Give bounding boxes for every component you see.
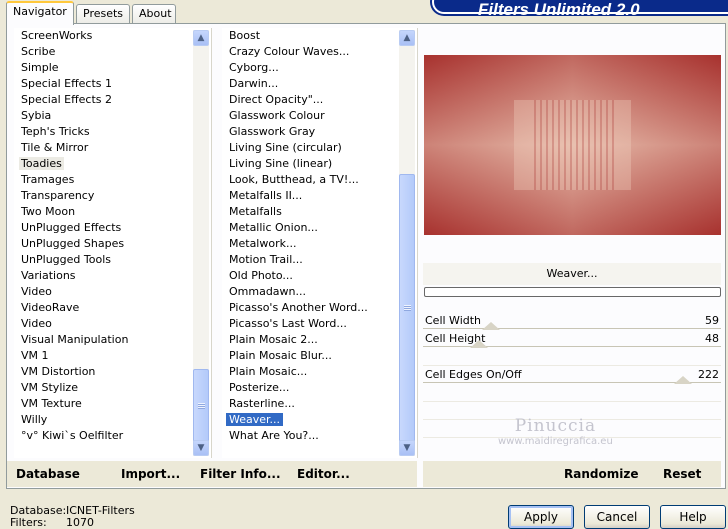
filter-preview-image [424,55,721,235]
import-button[interactable]: Import... [121,467,180,481]
filter-list-item[interactable]: Look, Butthead, a TV!... [228,172,397,188]
filter-list-item[interactable]: Glasswork Gray [228,124,397,140]
category-list-item[interactable]: Sybia [20,108,191,124]
category-list-item[interactable]: ScreenWorks [20,28,191,44]
filter-list-item[interactable]: Plain Mosaic Blur... [228,348,397,364]
category-list-item[interactable]: VM Stylize [20,380,191,396]
scroll-down-arrow-icon[interactable]: ▼ [399,440,415,456]
category-list-item[interactable]: Tile & Mirror [20,140,191,156]
filter-list-item[interactable]: Plain Mosaic 2... [228,332,397,348]
param-cell-edges[interactable]: Cell Edges On/Off 222 [423,366,721,384]
filter-scrollbar[interactable]: ▲ ▼ [399,30,415,456]
watermark-name: Pinuccia [514,416,597,436]
slider-track[interactable] [423,346,721,347]
category-list-item[interactable]: Special Effects 1 [20,76,191,92]
filter-list-item[interactable]: Posterize... [228,380,397,396]
scroll-up-arrow-icon[interactable]: ▲ [193,30,209,46]
tab-navigator[interactable]: Navigator [6,1,74,25]
filter-list-item[interactable]: What Are You?... [228,428,397,444]
slider-thumb[interactable] [482,322,500,330]
filter-list-item[interactable]: Cyborg... [228,60,397,76]
filter-list-item[interactable]: Living Sine (circular) [228,140,397,156]
scroll-up-arrow-icon[interactable]: ▲ [399,30,415,46]
slider-thumb[interactable] [470,340,488,348]
slider-thumb[interactable] [674,376,692,384]
navigator-toolbar: Database Import... Filter Info... Editor… [7,461,417,487]
category-list-item[interactable]: Video [20,316,191,332]
filters-count: 1070 [66,516,94,529]
filter-list-item[interactable]: Weaver... [224,412,397,428]
filters-label: Filters: [10,516,47,529]
category-list-item[interactable]: Teph's Tricks [20,124,191,140]
filter-list-item[interactable]: Boost [228,28,397,44]
category-listbox[interactable]: ScreenWorks Scribe Simple Special Effects 1… [14,28,212,458]
category-list-item[interactable]: Toadies [19,156,191,172]
filter-list-item[interactable]: Metalfalls II... [228,188,397,204]
filter-list-item[interactable]: Direct Opacity"... [228,92,397,108]
category-list-item[interactable]: UnPlugged Shapes [20,236,191,252]
progress-bar [424,287,721,297]
filter-listbox[interactable]: Boost Crazy Colour Waves... Cyborg... Darwi… [222,28,418,458]
category-list-item[interactable]: Willy [20,412,191,428]
category-list: ScreenWorks Scribe Simple Special Effects 1… [19,28,191,444]
filter-list-item[interactable]: Ommadawn... [228,284,397,300]
tab-presets[interactable]: Presets [76,4,130,24]
param-cell-height[interactable]: Cell Height 48 [423,330,721,348]
database-button[interactable]: Database [16,467,80,481]
filter-scroll-thumb[interactable] [399,174,415,442]
filter-list-item[interactable]: Rasterline... [228,396,397,412]
category-list-item[interactable]: Tramages [20,172,191,188]
category-list-item[interactable]: °v° Kiwi`s Oelfilter [20,428,191,444]
filter-info-button[interactable]: Filter Info... [200,467,281,481]
param-spacer [423,348,721,366]
filter-list-item[interactable]: Old Photo... [228,268,397,284]
filter-list-item[interactable]: Metallic Onion... [228,220,397,236]
watermark-site: www.maidiregrafica.eu [498,436,613,447]
filter-list-item[interactable]: Picasso's Last Word... [228,316,397,332]
category-list-item[interactable]: Visual Manipulation [20,332,191,348]
filter-list-item[interactable]: Metalfalls [228,204,397,220]
category-list-item[interactable]: Two Moon [20,204,191,220]
category-list-item[interactable]: UnPlugged Tools [20,252,191,268]
category-list-item[interactable]: VM Distortion [20,364,191,380]
filter-list-item[interactable]: Darwin... [228,76,397,92]
param-cell-width[interactable]: Cell Width 59 [423,312,721,330]
filter-list-item[interactable]: Motion Trail... [228,252,397,268]
category-list-item[interactable]: UnPlugged Effects [20,220,191,236]
preview-toolbar: Randomize Reset [423,461,721,487]
category-scroll-thumb[interactable] [193,369,209,442]
slider-track[interactable] [423,328,721,329]
filter-list-item[interactable]: Picasso's Another Word... [228,300,397,316]
category-list-item[interactable]: Transparency [20,188,191,204]
category-list-item[interactable]: VideoRave [20,300,191,316]
app-title: Filters Unlimited 2.0 [478,0,640,19]
header-banner: Filters Unlimited 2.0 [432,0,728,19]
category-scrollbar[interactable]: ▲ ▼ [193,30,209,456]
category-list-item[interactable]: VM Texture [20,396,191,412]
category-list-item[interactable]: Scribe [20,44,191,60]
scroll-down-arrow-icon[interactable]: ▼ [193,440,209,456]
category-list-item[interactable]: VM 1 [20,348,191,364]
cancel-button[interactable]: Cancel [584,505,650,529]
filter-list: Boost Crazy Colour Waves... Cyborg... Darwi… [224,28,397,444]
category-list-item[interactable]: Simple [20,60,191,76]
filter-list-item[interactable]: Plain Mosaic... [228,364,397,380]
editor-button[interactable]: Editor... [297,467,350,481]
category-list-item[interactable]: Variations [20,268,191,284]
current-filter-name: Weaver... [423,263,721,285]
filter-list-item[interactable]: Crazy Colour Waves... [228,44,397,60]
filter-list-item[interactable]: Living Sine (linear) [228,156,397,172]
randomize-button[interactable]: Randomize [564,467,638,481]
help-button[interactable]: Help [660,505,726,529]
category-list-item[interactable]: Special Effects 2 [20,92,191,108]
tab-about[interactable]: About [132,4,176,24]
weaver-preview-pattern [424,55,721,235]
reset-button[interactable]: Reset [663,467,701,481]
category-list-item[interactable]: Video [20,284,191,300]
apply-button[interactable]: Apply [508,505,574,529]
watermark: Pinuccia www.maidiregrafica.eu [498,416,613,447]
empty-param-slot [423,384,721,402]
filter-list-item[interactable]: Metalwork... [228,236,397,252]
filter-list-item[interactable]: Glasswork Colour [228,108,397,124]
